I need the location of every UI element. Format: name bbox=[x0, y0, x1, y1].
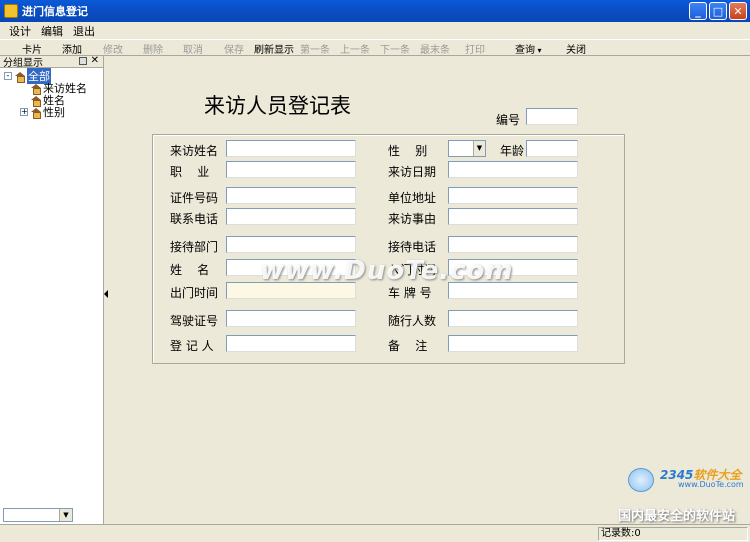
tool-next[interactable]: 下一条 bbox=[380, 41, 410, 56]
age-label: 年龄 bbox=[500, 144, 525, 158]
maximize-button[interactable]: □ bbox=[709, 2, 727, 20]
group-panel-header: 分组显示 ✕ bbox=[0, 55, 103, 69]
tree-label: 性别 bbox=[43, 106, 65, 119]
menu-design[interactable]: 设计 bbox=[4, 23, 36, 39]
label-name: 姓 名 bbox=[170, 263, 210, 277]
watermark: www.DuoTe.com bbox=[260, 256, 514, 286]
license-no-field[interactable] bbox=[226, 310, 356, 327]
group-select[interactable]: ▼ bbox=[3, 508, 73, 522]
close-button[interactable]: ✕ bbox=[729, 2, 747, 20]
window-title: 进门信息登记 bbox=[22, 5, 88, 18]
menu-bar: 设计 编辑 退出 bbox=[0, 22, 750, 39]
label-remarks: 备 注 bbox=[388, 339, 428, 353]
label-companions: 随行人数 bbox=[388, 314, 437, 328]
tool-refresh[interactable]: 刷新显示 bbox=[254, 41, 294, 56]
visit-date-field[interactable] bbox=[448, 161, 578, 178]
tool-edit[interactable]: 修改 bbox=[103, 41, 123, 56]
main-area: 来访人员登记表 编号 来访姓名 职 业 证件号码 联系电话 接待部门 姓 名 出… bbox=[108, 56, 750, 524]
age-field[interactable] bbox=[526, 140, 578, 157]
expand-icon[interactable]: + bbox=[20, 108, 28, 116]
tool-query[interactable]: 查询 bbox=[515, 41, 542, 56]
tree-item-gender[interactable]: + 性别 bbox=[0, 106, 103, 119]
house-icon bbox=[15, 71, 25, 83]
label-reception-phone: 接待电话 bbox=[388, 240, 437, 254]
label-occupation: 职 业 bbox=[170, 165, 210, 179]
label-reception-dept: 接待部门 bbox=[170, 240, 219, 254]
group-tree: - 全部 来访姓名 姓名 + 性别 bbox=[0, 68, 103, 119]
close-icon[interactable]: ✕ bbox=[91, 55, 99, 66]
menu-exit[interactable]: 退出 bbox=[68, 23, 100, 39]
tool-prev[interactable]: 上一条 bbox=[340, 41, 370, 56]
pin-icon[interactable] bbox=[79, 57, 87, 65]
label-id-number: 证件号码 bbox=[170, 191, 219, 205]
label-visit-reason: 来访事由 bbox=[388, 212, 437, 226]
label-company-address: 单位地址 bbox=[388, 191, 437, 205]
id-number-field[interactable] bbox=[226, 187, 356, 204]
serial-label: 编号 bbox=[496, 113, 521, 127]
tool-first[interactable]: 第一条 bbox=[300, 41, 330, 56]
house-icon bbox=[31, 107, 41, 119]
serial-field[interactable] bbox=[526, 108, 578, 125]
label-gender: 性 别 bbox=[388, 144, 428, 158]
reception-phone-field[interactable] bbox=[448, 236, 578, 253]
mascot-icon bbox=[628, 468, 654, 492]
collapse-icon[interactable]: - bbox=[4, 72, 12, 80]
label-exit-time: 出门时间 bbox=[170, 286, 219, 300]
label-visitor-name: 来访姓名 bbox=[170, 144, 219, 158]
remarks-field[interactable] bbox=[448, 335, 578, 352]
registrar-field[interactable] bbox=[226, 335, 356, 352]
tool-last[interactable]: 最末条 bbox=[420, 41, 450, 56]
record-count: 记录数:0 bbox=[598, 527, 748, 541]
house-icon bbox=[31, 83, 41, 95]
tool-print[interactable]: 打印 bbox=[465, 41, 485, 56]
brand-slogan: 国内最安全的软件站 bbox=[618, 509, 736, 524]
title-bar: 进门信息登记 _ □ ✕ bbox=[0, 0, 750, 22]
reception-dept-field[interactable] bbox=[226, 236, 356, 253]
visit-reason-field[interactable] bbox=[448, 208, 578, 225]
menu-edit[interactable]: 编辑 bbox=[36, 23, 68, 39]
app-icon bbox=[4, 4, 18, 18]
label-registrar: 登 记 人 bbox=[170, 339, 214, 353]
label-visit-date: 来访日期 bbox=[388, 165, 437, 179]
visitor-name-field[interactable] bbox=[226, 140, 356, 157]
group-panel-title: 分组显示 bbox=[3, 58, 43, 69]
form-title: 来访人员登记表 bbox=[204, 94, 351, 118]
label-phone: 联系电话 bbox=[170, 212, 219, 226]
label-plate-no: 车 牌 号 bbox=[388, 286, 432, 300]
occupation-field[interactable] bbox=[226, 161, 356, 178]
group-panel: 分组显示 ✕ - 全部 来访姓名 姓名 + 性别 ▼ bbox=[0, 55, 104, 524]
toolbar: 卡片 添加 修改 删除 取消 保存 刷新显示 第一条 上一条 下一条 最末条 打… bbox=[0, 39, 750, 56]
gender-select[interactable]: ▼ bbox=[448, 140, 486, 157]
status-bar: 记录数:0 bbox=[0, 524, 750, 542]
tool-delete[interactable]: 删除 bbox=[143, 41, 163, 56]
label-license-no: 驾驶证号 bbox=[170, 314, 219, 328]
chevron-down-icon[interactable]: ▼ bbox=[473, 141, 485, 156]
phone-field[interactable] bbox=[226, 208, 356, 225]
minimize-button[interactable]: _ bbox=[689, 2, 707, 20]
brand-url: www.DuoTe.com bbox=[678, 480, 744, 489]
tool-close[interactable]: 关闭 bbox=[566, 41, 586, 56]
company-address-field[interactable] bbox=[448, 187, 578, 204]
tool-cancel[interactable]: 取消 bbox=[183, 41, 203, 56]
tool-save[interactable]: 保存 bbox=[224, 41, 244, 56]
companions-field[interactable] bbox=[448, 310, 578, 327]
tool-add[interactable]: 添加 bbox=[62, 41, 82, 56]
house-icon bbox=[31, 95, 41, 107]
chevron-down-icon[interactable]: ▼ bbox=[59, 509, 72, 521]
